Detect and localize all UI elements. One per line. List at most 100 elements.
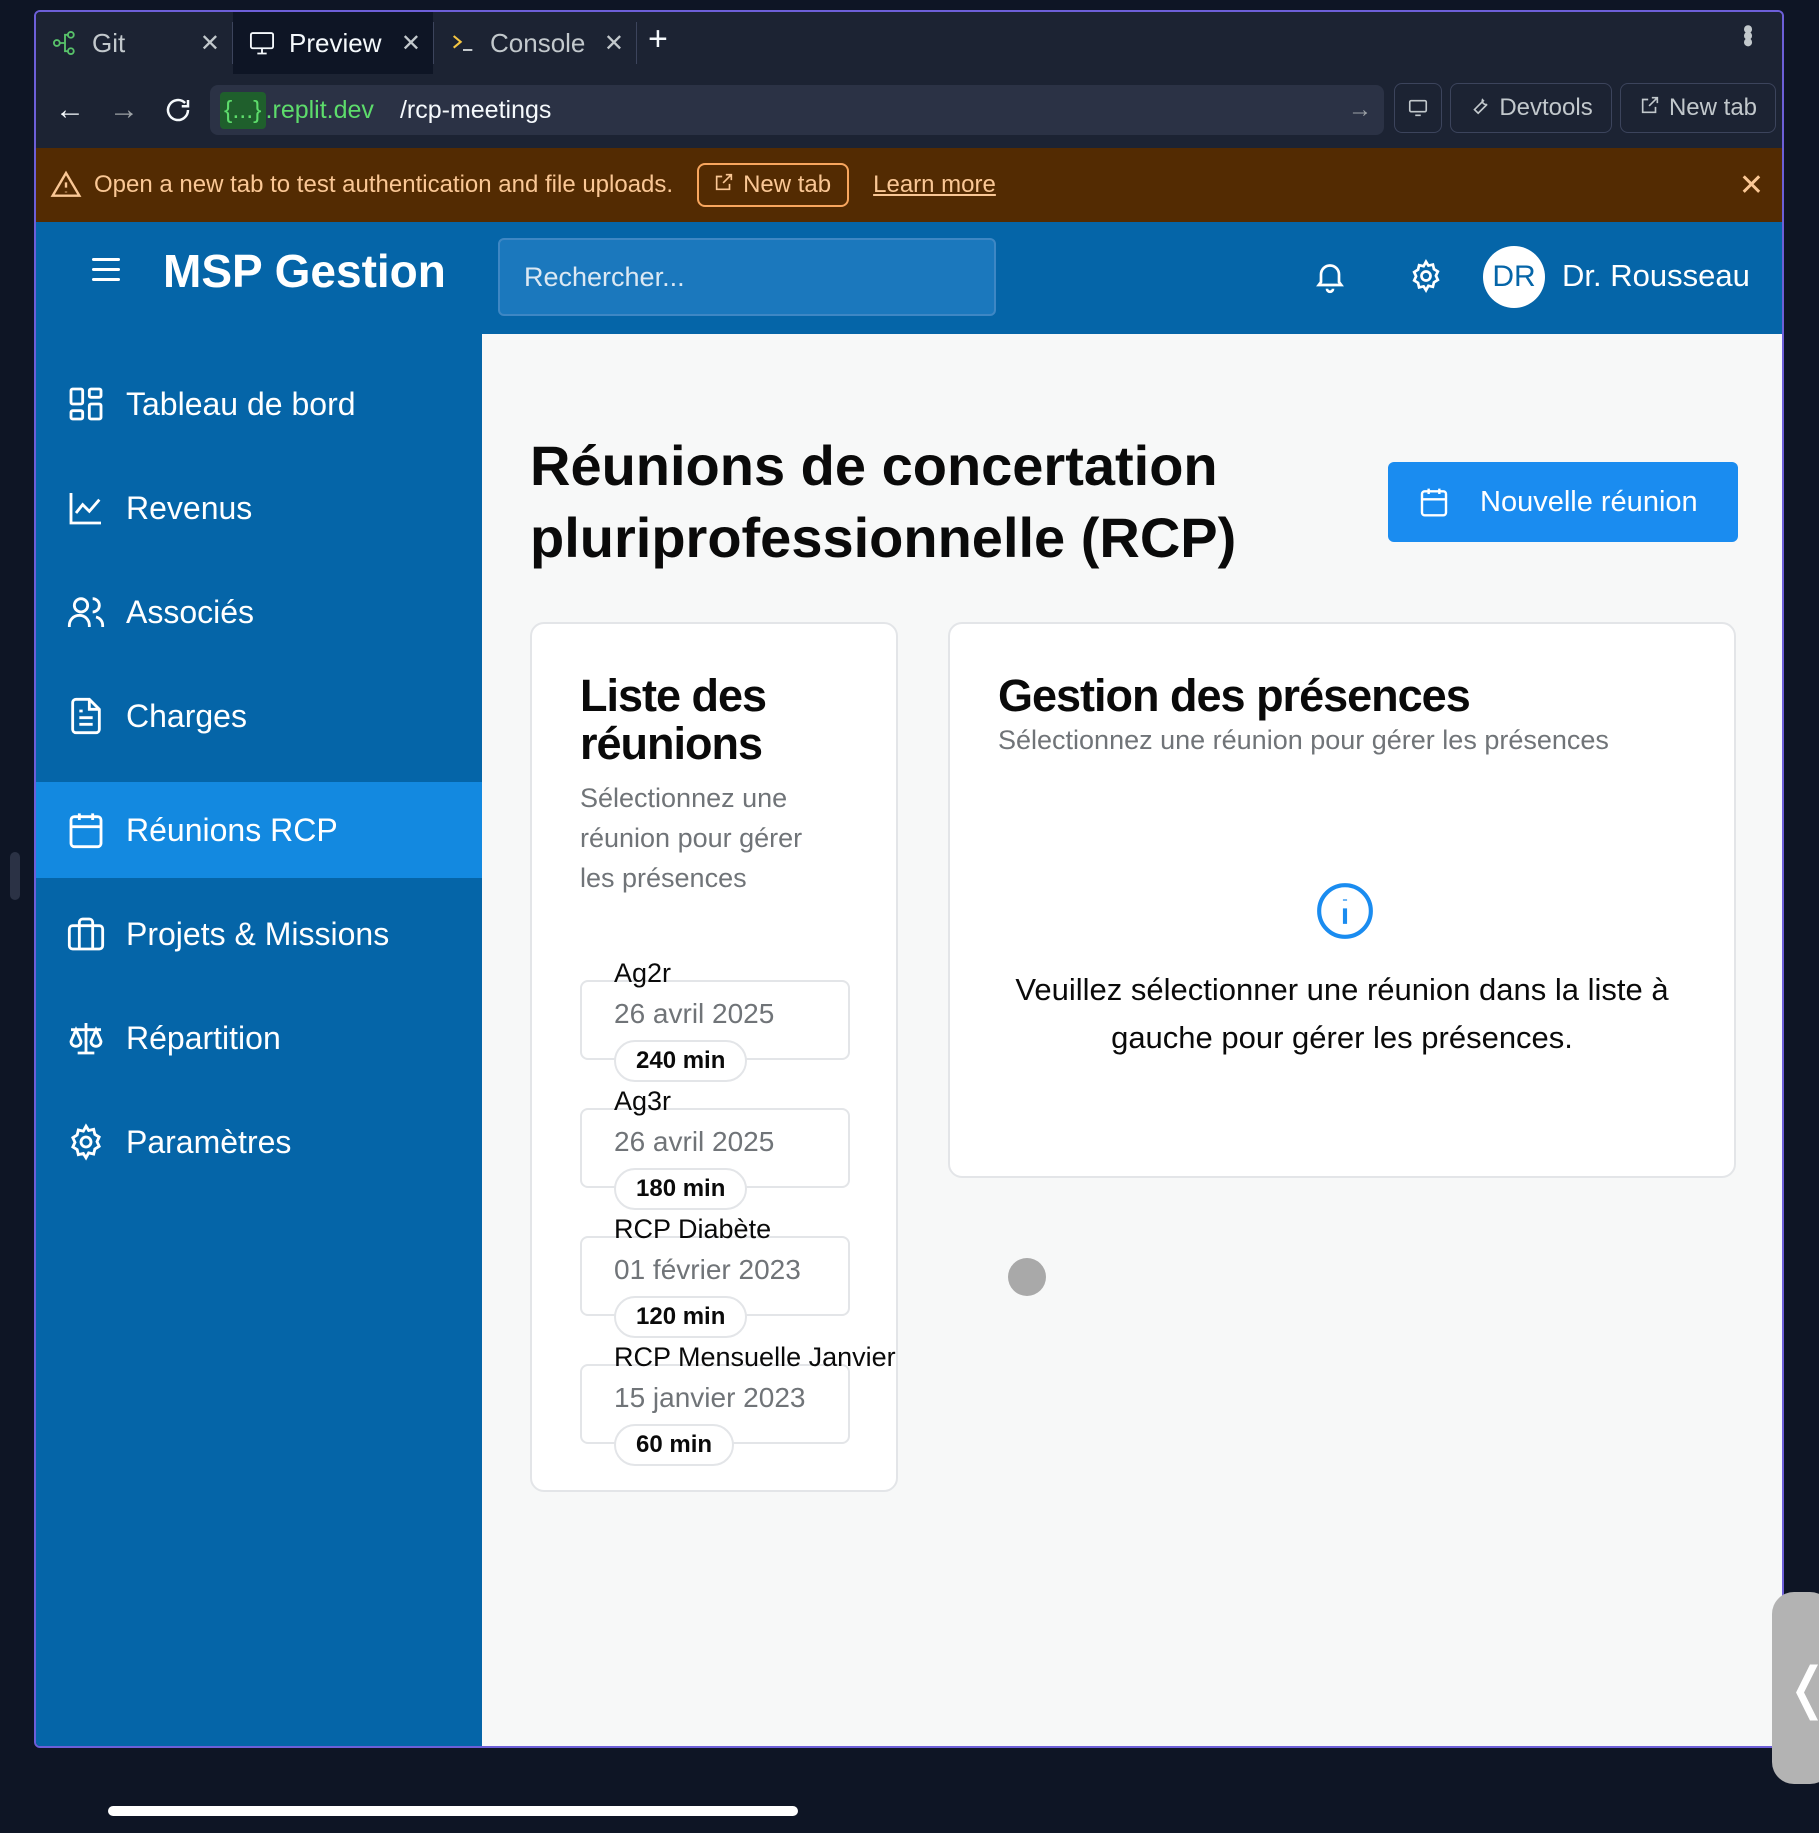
devtools-button[interactable]: Devtools xyxy=(1450,83,1612,133)
sidebar-item-reunions-rcp[interactable]: Réunions RCP xyxy=(36,782,482,878)
sidebar-item-label: Paramètres xyxy=(126,1123,292,1160)
close-icon[interactable]: ✕ xyxy=(1739,168,1764,203)
sidebar-item-label: Charges xyxy=(126,697,247,734)
briefcase-icon xyxy=(66,914,106,954)
monitor-icon xyxy=(247,28,277,58)
settings-gear-icon[interactable] xyxy=(1408,258,1448,298)
gear-icon xyxy=(66,1122,106,1162)
sidebar-item-charges[interactable]: Charges xyxy=(36,668,482,764)
app-header: MSP Gestion Rechercher... DR Dr. Roussea… xyxy=(36,222,1782,334)
sidebar: Tableau de bord Revenus Associés Charges… xyxy=(36,334,482,1746)
sidebar-item-label: Tableau de bord xyxy=(126,385,356,422)
back-arrow-icon[interactable]: ← xyxy=(48,88,92,132)
reload-icon[interactable] xyxy=(156,88,200,132)
page-title-line: pluriprofessionnelle (RCP) xyxy=(530,506,1237,569)
meeting-date: 26 avril 2025 xyxy=(614,998,775,1029)
url-path: /rcp-meetings xyxy=(399,95,552,124)
tab-bar: Git ✕ Preview ✕ Console ✕ + ••• xyxy=(36,12,1782,75)
sidebar-item-label: Associés xyxy=(126,593,255,630)
card-subtitle-line: Sélectionnez une xyxy=(580,783,788,813)
url-domain: .replit.dev xyxy=(265,95,374,124)
sidebar-item-label: Projets & Missions xyxy=(126,915,390,952)
sidebar-item-label: Répartition xyxy=(126,1019,281,1056)
screen-size-button[interactable] xyxy=(1394,83,1442,133)
users-icon xyxy=(66,592,106,632)
side-panel-toggle[interactable]: ❬ xyxy=(1772,1592,1819,1784)
duration-badge: 60 min xyxy=(614,1424,735,1466)
card-subtitle: Sélectionnez une réunion pour gérer les … xyxy=(998,725,1609,755)
duration-badge: 120 min xyxy=(614,1296,748,1338)
avatar[interactable]: DR xyxy=(1483,246,1545,308)
browser-window: Git ✕ Preview ✕ Console ✕ + ••• ← → {...… xyxy=(34,10,1784,1748)
go-arrow-icon[interactable]: → xyxy=(1348,96,1372,124)
tab-label: Console xyxy=(490,27,586,58)
menu-icon[interactable] xyxy=(92,258,120,288)
meetings-list-card: Liste des réunions Sélectionnez une réun… xyxy=(530,622,898,1492)
empty-state-line: gauche pour gérer les présences. xyxy=(1111,1020,1573,1055)
close-icon[interactable]: ✕ xyxy=(604,29,624,58)
tab-preview[interactable]: Preview ✕ xyxy=(233,12,433,74)
tab-label: Preview xyxy=(289,27,382,58)
info-icon xyxy=(1314,880,1376,947)
git-icon xyxy=(50,28,80,58)
user-name[interactable]: Dr. Rousseau xyxy=(1562,258,1750,294)
home-indicator xyxy=(108,1806,798,1816)
empty-state-line: Veuillez sélectionner une réunion dans l… xyxy=(1015,972,1669,1007)
new-tab-plus-icon[interactable]: + xyxy=(648,20,668,59)
app-brand: MSP Gestion xyxy=(163,245,446,297)
sidebar-item-label: Revenus xyxy=(126,489,253,526)
meeting-date: 15 janvier 2023 xyxy=(614,1382,806,1413)
calendar-icon xyxy=(1418,486,1450,518)
forward-arrow-icon[interactable]: → xyxy=(102,88,146,132)
page-title: Réunions de concertation pluriprofession… xyxy=(530,430,1330,574)
new-tab-label: New tab xyxy=(1668,94,1758,121)
tab-divider xyxy=(636,22,637,64)
tab-console[interactable]: Console ✕ xyxy=(434,12,636,74)
sidebar-item-associes[interactable]: Associés xyxy=(36,564,482,660)
card-title: Liste des réunions xyxy=(580,670,767,769)
open-new-tab-button[interactable]: New tab xyxy=(1620,83,1776,133)
tab-git[interactable]: Git ✕ xyxy=(36,12,232,74)
bell-icon[interactable] xyxy=(1312,258,1352,298)
page-title-line: Réunions de concertation xyxy=(530,434,1218,497)
card-title-line: réunions xyxy=(580,718,763,769)
card-title-line: Liste des xyxy=(580,670,767,721)
tab-label: Git xyxy=(92,27,126,58)
sidebar-item-projets-missions[interactable]: Projets & Missions xyxy=(36,886,482,982)
sidebar-item-tableau-de-bord[interactable]: Tableau de bord xyxy=(36,356,482,452)
banner-message: Open a new tab to test authentication an… xyxy=(94,171,674,198)
search-input[interactable]: Rechercher... xyxy=(498,238,996,316)
banner-new-tab-button[interactable]: New tab xyxy=(697,163,850,207)
new-meeting-button[interactable]: Nouvelle réunion xyxy=(1388,462,1738,542)
banner-new-tab-label: New tab xyxy=(743,171,832,198)
new-meeting-label: Nouvelle réunion xyxy=(1480,485,1698,518)
duration-badge: 180 min xyxy=(614,1168,748,1210)
url-field[interactable]: {...} .replit.dev /rcp-meetings → xyxy=(210,85,1384,135)
sidebar-item-repartition[interactable]: Répartition xyxy=(36,990,482,1086)
side-drag-handle[interactable] xyxy=(10,852,20,900)
line-chart-icon xyxy=(66,488,106,528)
meeting-name[interactable]: Ag3r xyxy=(614,1086,671,1117)
card-subtitle-line: réunion pour gérer xyxy=(580,823,803,853)
warning-icon xyxy=(50,169,82,201)
meeting-date: 26 avril 2025 xyxy=(614,1126,775,1157)
attendance-card: Gestion des présences Sélectionnez une r… xyxy=(948,622,1736,1178)
url-host-badge: {...} xyxy=(220,91,266,129)
more-options-icon[interactable]: ••• xyxy=(1730,24,1764,44)
sidebar-item-revenus[interactable]: Revenus xyxy=(36,460,482,556)
cursor-indicator xyxy=(1008,1258,1046,1296)
search-placeholder: Rechercher... xyxy=(524,261,685,292)
close-icon[interactable]: ✕ xyxy=(200,29,220,58)
meeting-name[interactable]: RCP Diabète xyxy=(614,1214,771,1245)
learn-more-link[interactable]: Learn more xyxy=(873,171,996,199)
sidebar-item-label: Réunions RCP xyxy=(126,811,338,848)
meeting-name[interactable]: Ag2r xyxy=(614,958,671,989)
sidebar-item-parametres[interactable]: Paramètres xyxy=(36,1094,482,1190)
devtools-label: Devtools xyxy=(1499,94,1593,121)
card-subtitle: Sélectionnez une réunion pour gérer les … xyxy=(580,778,802,898)
close-icon[interactable]: ✕ xyxy=(401,29,421,58)
card-title: Gestion des présences xyxy=(998,670,1471,721)
meeting-name[interactable]: RCP Mensuelle Janvier xyxy=(614,1342,896,1373)
duration-badge: 240 min xyxy=(614,1040,748,1082)
terminal-icon xyxy=(448,28,478,58)
